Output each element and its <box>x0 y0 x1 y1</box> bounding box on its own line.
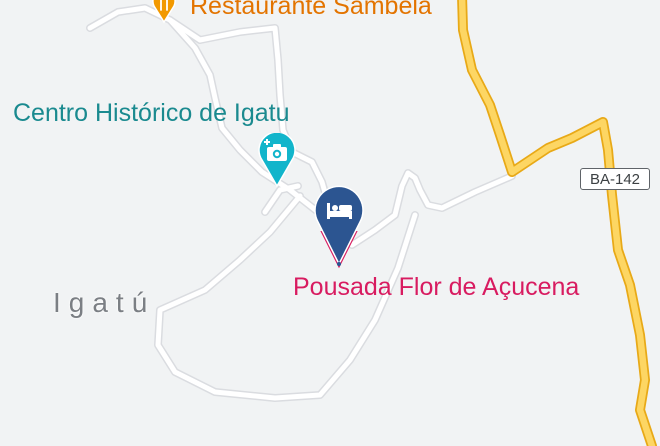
highway-ba-142 <box>457 0 657 446</box>
road-shield: BA-142 <box>580 168 650 190</box>
road-shield-label: BA-142 <box>589 170 641 188</box>
historic-center-label[interactable]: Centro Histórico de Igatu <box>13 101 290 126</box>
lodging-pin-marker[interactable] <box>313 184 365 270</box>
historic-center-poi-marker[interactable] <box>258 131 296 189</box>
lodging-label[interactable]: Pousada Flor de Açucena <box>293 275 579 300</box>
map-canvas[interactable]: Restaurante Sambelá Centro Histórico de … <box>0 0 660 446</box>
restaurant-label[interactable]: Restaurante Sambelá <box>190 0 432 19</box>
place-label: Igatú <box>53 287 156 318</box>
restaurant-poi-marker[interactable] <box>148 0 180 24</box>
